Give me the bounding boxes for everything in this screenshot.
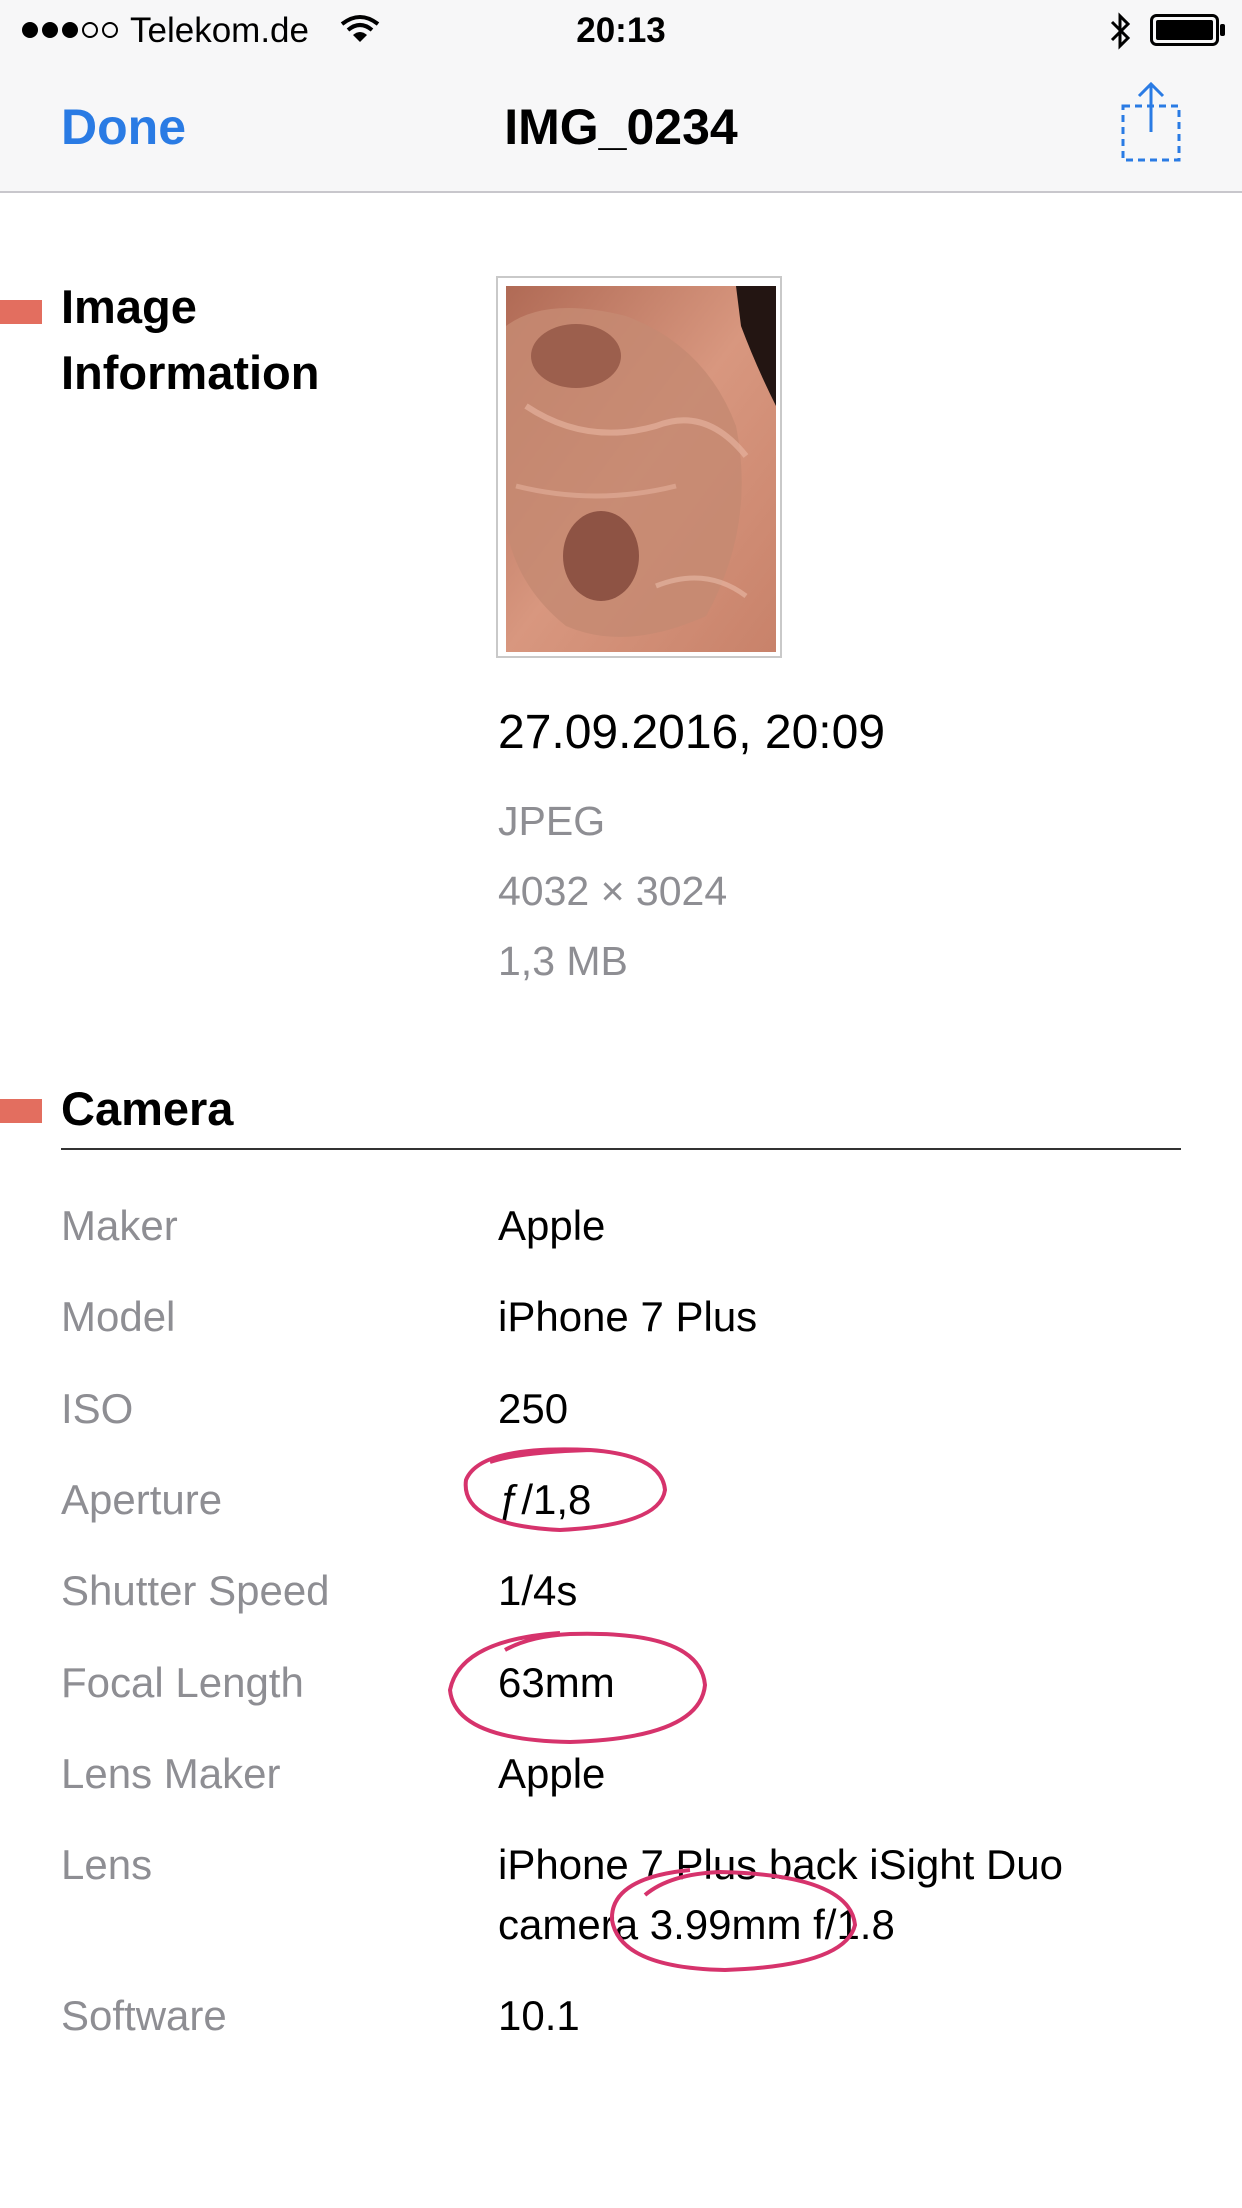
focal-length-value: 63mm [498, 1659, 615, 1706]
lens-label: Lens [61, 1841, 153, 1888]
maker-label: Maker [61, 1202, 178, 1249]
image-thumbnail[interactable] [496, 276, 782, 658]
aperture-value: ƒ/1,8 [498, 1476, 592, 1523]
image-dimensions: 4032 × 3024 [498, 868, 728, 914]
model-label: Model [61, 1293, 176, 1340]
share-icon[interactable] [1120, 80, 1182, 164]
lens-value: iPhone 7 Plus back iSight Duo camera 3.9… [498, 1841, 1064, 1948]
software-label: Software [61, 1992, 227, 2039]
maker-value: Apple [498, 1202, 606, 1249]
status-time: 20:13 [576, 11, 666, 50]
photo-preview [506, 286, 776, 652]
lens-maker-label: Lens Maker [61, 1750, 281, 1797]
shutter-speed-label: Shutter Speed [61, 1567, 330, 1614]
image-information-heading: Image Information [61, 280, 320, 399]
image-format: JPEG [498, 798, 606, 844]
image-file-size: 1,3 MB [498, 938, 628, 984]
shutter-speed-value: 1/4s [498, 1567, 578, 1614]
image-datetime: 27.09.2016, 20:09 [498, 706, 886, 759]
section-marker [0, 300, 42, 324]
iso-value: 250 [498, 1385, 569, 1432]
aperture-label: Aperture [61, 1476, 223, 1523]
section-divider [61, 1148, 1181, 1150]
focal-length-label: Focal Length [61, 1659, 304, 1706]
status-bar: Telekom.de 20:13 [0, 0, 1242, 60]
battery-icon [1150, 14, 1225, 46]
navigation-bar: Done IMG_0234 [0, 60, 1242, 193]
iso-label: ISO [61, 1385, 134, 1432]
page-title: IMG_0234 [504, 99, 738, 155]
bluetooth-icon [1110, 12, 1131, 50]
lens-maker-value: Apple [498, 1750, 606, 1797]
model-value: iPhone 7 Plus [498, 1293, 758, 1340]
software-value: 10.1 [498, 1992, 580, 2039]
camera-heading: Camera [61, 1082, 234, 1135]
section-marker [0, 1099, 42, 1123]
